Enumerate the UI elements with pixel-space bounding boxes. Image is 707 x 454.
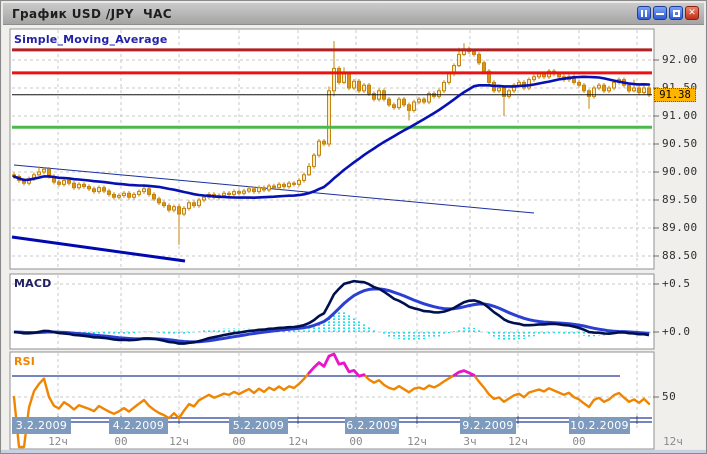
close-icon: ✕ bbox=[688, 9, 696, 18]
price-axis-label: 92.00 bbox=[662, 53, 698, 66]
macd-axis-label: +0.0 bbox=[662, 325, 691, 338]
date-box: 9.2.2009 bbox=[460, 417, 516, 434]
window-title: График USD /JPY ЧАС bbox=[3, 7, 172, 21]
time-label: 12ч bbox=[663, 435, 683, 448]
time-label: 12ч bbox=[288, 435, 308, 448]
price-axis-label: 90.00 bbox=[662, 165, 698, 178]
window-controls: ✕ bbox=[637, 6, 699, 20]
macd-axis-label: +0.5 bbox=[662, 277, 691, 290]
macd-panel-label: MACD bbox=[14, 277, 51, 290]
maximize-icon bbox=[673, 10, 680, 17]
title-bar[interactable]: График USD /JPY ЧАС ✕ bbox=[3, 3, 704, 25]
date-box: 4.2.2009 bbox=[109, 417, 168, 434]
time-label: 12ч bbox=[508, 435, 528, 448]
time-label: 12ч bbox=[48, 435, 68, 448]
date-box: 6.2.2009 bbox=[345, 417, 399, 434]
current-price-tag: 91.38 bbox=[654, 88, 696, 102]
close-button[interactable]: ✕ bbox=[685, 6, 699, 20]
date-box: 3.2.2009 bbox=[12, 417, 71, 434]
rsi-panel-label: RSI bbox=[14, 355, 35, 368]
chart-area: Simple_Moving_Average MACD RSI 92.0091.5… bbox=[2, 25, 705, 449]
maximize-button[interactable] bbox=[669, 6, 683, 20]
price-axis-label: 88.50 bbox=[662, 249, 698, 262]
minimize-button[interactable] bbox=[653, 6, 667, 20]
price-axis-label: 91.00 bbox=[662, 109, 698, 122]
rsi-axis-label: 50 bbox=[662, 390, 676, 403]
pin-icon bbox=[641, 10, 647, 17]
date-box: 5.2.2009 bbox=[229, 417, 288, 434]
date-box: 10.2.2009 bbox=[569, 417, 630, 434]
time-label: 3ч bbox=[463, 435, 476, 448]
time-label: 00 bbox=[349, 435, 362, 448]
price-axis-label: 89.00 bbox=[662, 221, 698, 234]
time-label: 00 bbox=[114, 435, 127, 448]
time-label: 00 bbox=[572, 435, 585, 448]
price-axis-label: 89.50 bbox=[662, 193, 698, 206]
minimize-icon bbox=[656, 13, 664, 15]
chart-window: График USD /JPY ЧАС ✕ Simple_Moving_Aver… bbox=[0, 0, 707, 454]
time-label: 00 bbox=[232, 435, 245, 448]
price-axis-label: 90.50 bbox=[662, 137, 698, 150]
window-bottom-frame bbox=[1, 450, 706, 453]
time-label: 12ч bbox=[169, 435, 189, 448]
time-label: 12ч bbox=[407, 435, 427, 448]
sma-panel-label: Simple_Moving_Average bbox=[14, 33, 168, 46]
price-macd-rsi-chart[interactable] bbox=[2, 25, 707, 451]
pin-button[interactable] bbox=[637, 6, 651, 20]
